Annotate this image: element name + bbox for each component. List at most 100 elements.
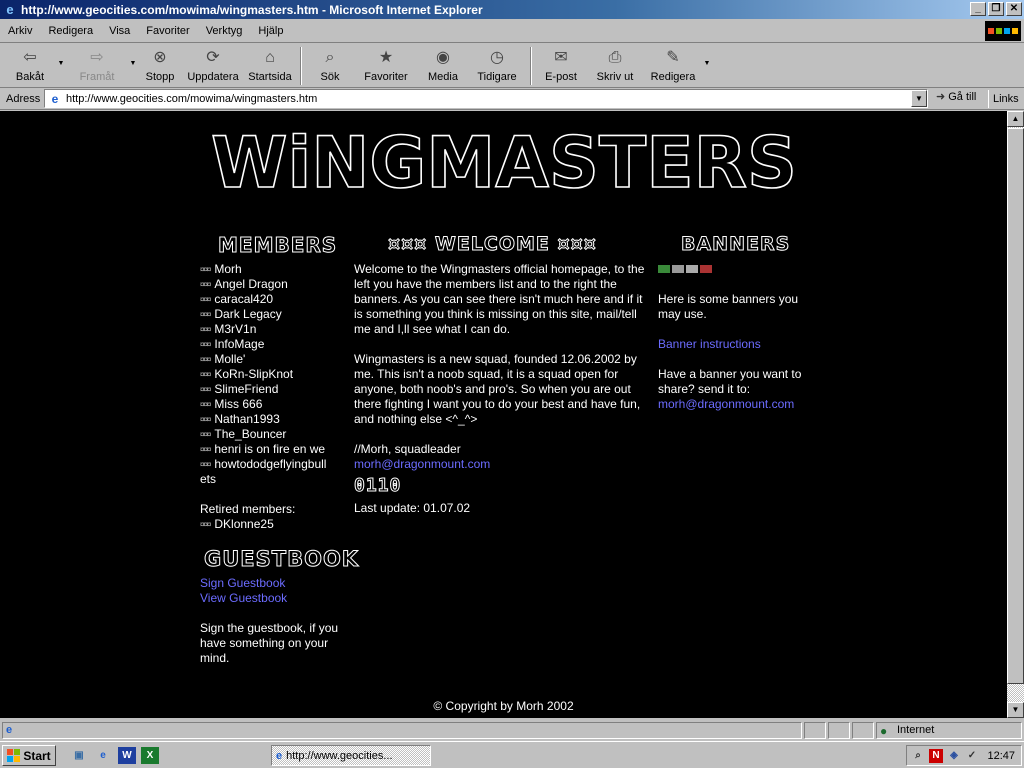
- bullet-icon: ¤¤¤: [200, 445, 211, 454]
- address-field[interactable]: e http://www.geocities.com/mowima/wingma…: [44, 89, 928, 108]
- banners-column: Here is some banners you may use. Banner…: [658, 262, 818, 412]
- ie-icon: e: [6, 1, 14, 17]
- scroll-down-button[interactable]: ▼: [1007, 702, 1024, 718]
- banner-images: [658, 262, 818, 277]
- back-dropdown-icon[interactable]: ▼: [56, 44, 66, 67]
- members-list: ¤¤¤ Morh ¤¤¤ Angel Dragon ¤¤¤ caracal420 ¤¤¤ Da…: [200, 262, 346, 487]
- clock[interactable]: 12:47: [987, 750, 1015, 762]
- member-name: ets: [200, 472, 217, 486]
- bullet-icon: ¤¤¤: [200, 400, 211, 409]
- antivirus-tray-icon[interactable]: N: [929, 748, 943, 763]
- bullet-icon: ¤¤¤: [200, 520, 211, 529]
- forward-button[interactable]: ⇨ Framåt: [66, 44, 128, 86]
- menu-visa[interactable]: Visa: [101, 25, 138, 37]
- taskbar: Start ▣ e W X e http://www.geocities... …: [0, 741, 1024, 768]
- banner-thumbnail-icon[interactable]: [700, 265, 712, 273]
- banner-thumbnail-icon[interactable]: [686, 265, 698, 273]
- shield-tray-icon[interactable]: ◈: [947, 749, 961, 763]
- windows-flag-icon: [7, 749, 21, 762]
- address-url[interactable]: http://www.geocities.com/mowima/wingmast…: [66, 93, 317, 105]
- mail-button[interactable]: ✉ E-post: [536, 44, 586, 86]
- history-button[interactable]: ◷ Tidigare: [468, 44, 526, 86]
- system-tray: ⌕ N ◈ ✓ 12:47: [906, 745, 1022, 766]
- taskbar-ie-window[interactable]: e http://www.geocities...: [271, 745, 431, 766]
- search-tray-icon[interactable]: ⌕: [911, 749, 925, 763]
- logo-text: WiNGMASTERS: [211, 125, 797, 197]
- home-button[interactable]: ⌂ Startsida: [244, 44, 296, 86]
- mail-icon: ✉: [554, 49, 568, 66]
- search-button[interactable]: ⌕ Sök: [306, 44, 354, 86]
- menu-verktyg[interactable]: Verktyg: [198, 25, 251, 37]
- member-name: KoRn-SlipKnot: [214, 367, 294, 381]
- media-icon: ◉: [436, 49, 450, 66]
- scroll-up-button[interactable]: ▲: [1007, 111, 1024, 127]
- hit-counter: 0110: [354, 475, 402, 496]
- share-email-link[interactable]: morh@dragonmount.com: [658, 397, 794, 411]
- refresh-button[interactable]: ⟳ Uppdatera: [182, 44, 244, 86]
- banners-heading: BANNERS: [680, 233, 791, 256]
- sign-guestbook-link[interactable]: Sign Guestbook: [200, 576, 285, 590]
- member-name: SlimeFriend: [214, 382, 279, 396]
- banner-instructions-link[interactable]: Banner instructions: [658, 337, 761, 351]
- menu-favoriter[interactable]: Favoriter: [138, 25, 197, 37]
- menu-redigera[interactable]: Redigera: [40, 25, 101, 37]
- favorites-folder-icon: ★: [378, 49, 394, 66]
- member-name: Nathan1993: [214, 412, 280, 426]
- close-button[interactable]: ✕: [1006, 2, 1022, 16]
- vertical-scrollbar[interactable]: ▲ ▼: [1007, 111, 1024, 718]
- banner-thumbnail-icon[interactable]: [658, 265, 670, 273]
- print-button[interactable]: ⎙ Skriv ut: [586, 44, 644, 86]
- start-button[interactable]: Start: [2, 745, 56, 766]
- stop-button[interactable]: ⊗ Stopp: [138, 44, 182, 86]
- member-item: ets: [200, 472, 346, 487]
- edit-dropdown-icon[interactable]: ▼: [702, 44, 712, 67]
- back-button[interactable]: ⇦ Bakåt: [4, 44, 56, 86]
- refresh-icon: ⟳: [206, 49, 220, 66]
- member-name: DKlonne25: [214, 517, 274, 531]
- view-guestbook-link[interactable]: View Guestbook: [200, 591, 287, 605]
- excel-quicklaunch-icon[interactable]: X: [141, 747, 159, 764]
- copyright: © Copyright by Morh 2002: [433, 699, 574, 713]
- minimize-button[interactable]: _: [970, 2, 986, 16]
- page-icon: e: [51, 91, 59, 106]
- member-name: caracal420: [214, 292, 274, 306]
- status-panel: [828, 722, 850, 739]
- scroll-thumb[interactable]: [1007, 128, 1024, 684]
- favorites-button[interactable]: ★ Favoriter: [354, 44, 418, 86]
- search-icon: ⌕: [325, 49, 335, 66]
- ie-quicklaunch-icon[interactable]: e: [94, 747, 112, 764]
- forward-dropdown-icon[interactable]: ▼: [128, 44, 138, 67]
- welcome-paragraph-2: Wingmasters is a new squad, founded 12.0…: [354, 352, 641, 426]
- menu-arkiv[interactable]: Arkiv: [0, 25, 40, 37]
- bullet-icon: ¤¤¤: [200, 310, 211, 319]
- guestbook-section: Sign Guestbook View Guestbook Sign the g…: [200, 576, 350, 666]
- banner-thumbnail-icon[interactable]: [672, 265, 684, 273]
- ie-task-icon: e: [276, 749, 283, 762]
- edit-button[interactable]: ✎ Redigera: [644, 44, 702, 86]
- email-link[interactable]: morh@dragonmount.com: [354, 457, 490, 471]
- toolbar: ⇦ Bakåt ▼ ⇨ Framåt ▼ ⊗ Stopp ⟳ Uppdatera…: [0, 44, 1024, 88]
- printer-icon: ⎙: [608, 49, 622, 66]
- address-label: Adress: [6, 92, 41, 105]
- go-button[interactable]: ➜ Gå till: [936, 90, 976, 104]
- checkmark-tray-icon[interactable]: ✓: [965, 749, 979, 763]
- links-button[interactable]: Links: [988, 90, 1019, 108]
- member-name: henri is on fire en we: [214, 442, 326, 456]
- bullet-icon: ¤¤¤: [200, 385, 211, 394]
- restore-button[interactable]: ❐: [988, 2, 1004, 16]
- word-quicklaunch-icon[interactable]: W: [118, 747, 136, 764]
- retired-list: ¤¤¤ DKlonne25: [200, 517, 346, 532]
- forward-arrow-icon: ⇨: [90, 49, 104, 66]
- window-title: http://www.geocities.com/mowima/wingmast…: [21, 2, 483, 17]
- menu-hjalp[interactable]: Hjälp: [250, 25, 291, 37]
- bullet-icon: ¤¤¤: [200, 370, 211, 379]
- bullet-icon: ¤¤¤: [200, 460, 211, 469]
- title-bar: e http://www.geocities.com/mowima/wingma…: [0, 0, 1024, 19]
- desktop-quicklaunch-icon[interactable]: ▣: [70, 747, 88, 764]
- home-icon: ⌂: [265, 49, 275, 66]
- media-button[interactable]: ◉ Media: [418, 44, 468, 86]
- status-panel: [852, 722, 874, 739]
- member-item: ¤¤¤ Dark Legacy: [200, 307, 346, 322]
- address-dropdown-icon[interactable]: ▼: [911, 90, 927, 107]
- toolbar-separator: [530, 47, 532, 85]
